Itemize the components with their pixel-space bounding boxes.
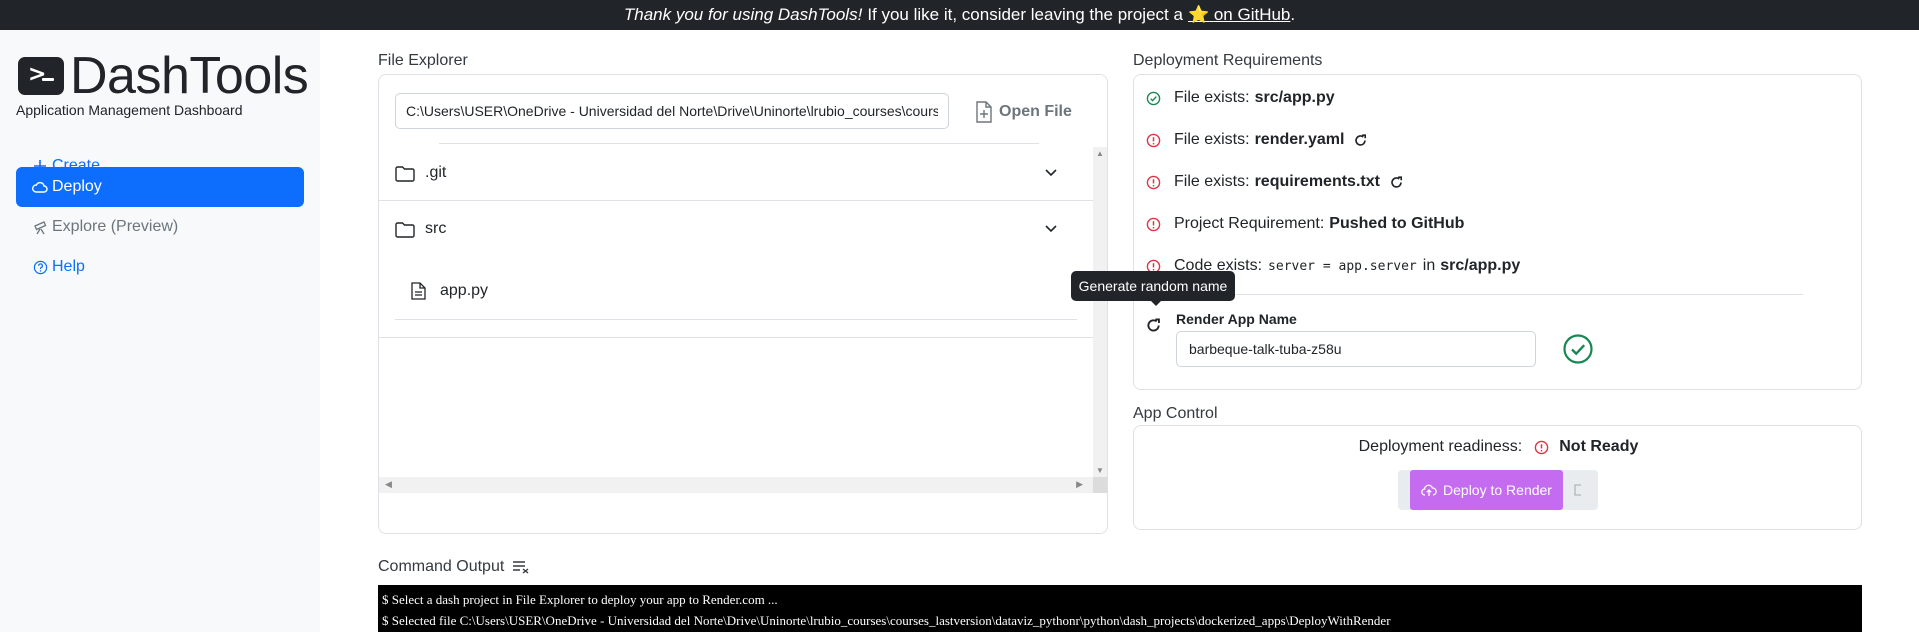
requirement-app-py: File exists: src/app.py bbox=[1146, 89, 1335, 107]
clear-output-icon[interactable] bbox=[512, 560, 530, 574]
folder-name: src bbox=[425, 220, 447, 237]
requirement-prefix: File exists: bbox=[1174, 131, 1250, 148]
scrollbar-corner bbox=[1093, 477, 1107, 493]
command-output-title: Command Output bbox=[378, 558, 530, 576]
app-name-label: Render App Name bbox=[1176, 311, 1297, 327]
requirement-target: render.yaml bbox=[1254, 131, 1345, 148]
app-control-title: App Control bbox=[1133, 405, 1218, 422]
nav-deploy-label: Deploy bbox=[52, 178, 102, 195]
refresh-icon[interactable] bbox=[1390, 175, 1403, 189]
nav-help-label: Help bbox=[52, 258, 85, 275]
folder-name: .git bbox=[425, 164, 447, 181]
scroll-down-icon[interactable]: ▼ bbox=[1096, 466, 1104, 475]
path-input[interactable] bbox=[395, 93, 949, 129]
nav-explore[interactable]: Explore (Preview) bbox=[16, 207, 304, 247]
requirement-render-yaml: File exists: render.yaml bbox=[1146, 131, 1367, 149]
refresh-icon[interactable] bbox=[1354, 133, 1367, 147]
requirement-target: requirements.txt bbox=[1254, 173, 1380, 190]
nav-explore-label: Explore (Preview) bbox=[52, 218, 179, 235]
row-divider bbox=[395, 319, 1077, 320]
exclamation-circle-icon bbox=[1534, 440, 1549, 455]
terminal-line: $ Select a dash project in File Explorer… bbox=[382, 592, 778, 607]
check-circle-icon bbox=[1562, 333, 1594, 365]
open-file-button[interactable]: Open File bbox=[975, 95, 1072, 129]
app-name-input[interactable] bbox=[1176, 331, 1536, 367]
nav-deploy[interactable]: Deploy bbox=[16, 167, 304, 207]
requirement-connector: in bbox=[1422, 257, 1436, 274]
scroll-left-icon[interactable]: ◀ bbox=[385, 479, 392, 490]
row-divider bbox=[379, 337, 1093, 338]
folder-icon bbox=[395, 165, 415, 182]
cloud-upload-icon bbox=[1421, 484, 1437, 496]
generate-name-tooltip: Generate random name bbox=[1071, 271, 1235, 306]
banner-thanks: Thank you for using DashTools! bbox=[623, 5, 863, 24]
exclamation-circle-icon bbox=[1146, 133, 1164, 148]
open-file-label: Open File bbox=[999, 103, 1072, 120]
stop-icon[interactable] bbox=[1573, 484, 1583, 496]
telescope-icon bbox=[32, 220, 48, 235]
file-plus-icon bbox=[976, 101, 992, 123]
file-explorer-panel: Open File .git src app.py ▲ ▼ ◀ ▶ bbox=[378, 74, 1108, 534]
readiness-label: Deployment readiness: bbox=[1358, 438, 1523, 455]
horizontal-scrollbar[interactable]: ◀ ▶ bbox=[379, 477, 1093, 493]
scroll-right-icon[interactable]: ▶ bbox=[1076, 479, 1083, 490]
top-banner: Thank you for using DashTools! If you li… bbox=[0, 0, 1919, 30]
requirement-prefix: File exists: bbox=[1174, 173, 1250, 190]
deploy-button[interactable]: Deploy to Render bbox=[1410, 470, 1563, 510]
banner-message: If you like it, consider leaving the pro… bbox=[867, 5, 1183, 24]
terminal-icon: > bbox=[18, 57, 64, 95]
refresh-icon bbox=[1147, 318, 1160, 332]
requirement-target: src/app.py bbox=[1440, 257, 1521, 274]
github-link[interactable]: ⭐ on GitHub bbox=[1188, 5, 1290, 25]
requirements-divider bbox=[1146, 294, 1803, 295]
banner-period: . bbox=[1290, 5, 1296, 24]
requirement-prefix: Project Requirement: bbox=[1174, 215, 1325, 232]
requirements-panel: File exists: src/app.py File exists: ren… bbox=[1133, 74, 1862, 390]
github-link-text: on GitHub bbox=[1213, 5, 1291, 24]
app-title: DashTools bbox=[70, 47, 309, 105]
exclamation-circle-icon bbox=[1146, 217, 1164, 232]
file-text-icon bbox=[411, 282, 426, 300]
folder-git[interactable]: .git bbox=[379, 153, 1087, 193]
question-circle-icon bbox=[32, 260, 48, 275]
readiness-value: Not Ready bbox=[1559, 438, 1639, 455]
requirement-requirements-txt: File exists: requirements.txt bbox=[1146, 173, 1403, 191]
app-control-panel: Deployment readiness: Not Ready Deploy t… bbox=[1133, 425, 1862, 530]
command-output-label: Command Output bbox=[378, 558, 505, 575]
folder-icon bbox=[395, 221, 415, 238]
file-explorer-title: File Explorer bbox=[378, 52, 468, 69]
requirement-target: src/app.py bbox=[1254, 89, 1335, 106]
deploy-label: Deploy to Render bbox=[1443, 482, 1552, 498]
file-name: app.py bbox=[440, 282, 489, 299]
generate-name-button[interactable] bbox=[1146, 318, 1161, 333]
deploy-button-group: Deploy to Render bbox=[1398, 470, 1598, 510]
requirement-code: server = app.server bbox=[1268, 258, 1417, 274]
row-divider bbox=[379, 200, 1093, 201]
command-output-terminal: $ Select a dash project in File Explorer… bbox=[378, 585, 1862, 632]
sidebar: > DashTools Application Management Dashb… bbox=[0, 30, 320, 632]
scroll-up-icon[interactable]: ▲ bbox=[1096, 149, 1104, 158]
app-subtitle: Application Management Dashboard bbox=[16, 102, 243, 118]
check-circle-icon bbox=[1146, 91, 1164, 106]
tree-divider bbox=[439, 143, 1039, 144]
exclamation-circle-icon bbox=[1146, 175, 1164, 190]
deployment-readiness: Deployment readiness: Not Ready bbox=[1134, 438, 1863, 456]
requirements-title: Deployment Requirements bbox=[1133, 52, 1323, 69]
star-icon: ⭐ bbox=[1187, 5, 1210, 24]
file-app-py[interactable]: app.py bbox=[379, 271, 1087, 311]
cloud-icon bbox=[32, 180, 48, 194]
folder-src[interactable]: src bbox=[379, 209, 1087, 249]
vertical-scrollbar[interactable]: ▲ ▼ bbox=[1093, 147, 1107, 477]
requirement-github: Project Requirement: Pushed to GitHub bbox=[1146, 215, 1464, 233]
requirement-target: Pushed to GitHub bbox=[1329, 215, 1465, 232]
app-logo: > DashTools bbox=[18, 47, 309, 105]
chevron-down-icon[interactable] bbox=[1045, 169, 1057, 177]
terminal-line: $ Selected file C:\Users\USER\OneDrive -… bbox=[382, 613, 1391, 628]
requirement-prefix: File exists: bbox=[1174, 89, 1250, 106]
nav-help[interactable]: Help bbox=[16, 247, 304, 287]
chevron-down-icon[interactable] bbox=[1045, 225, 1057, 233]
